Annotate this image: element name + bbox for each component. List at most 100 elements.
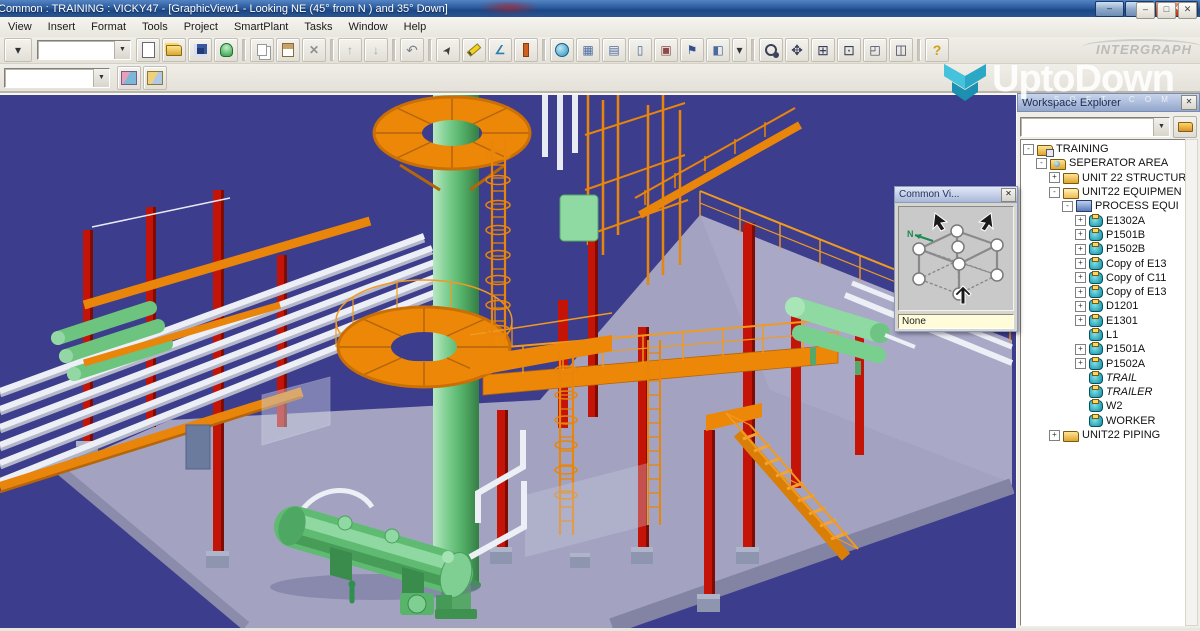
- render-select-button[interactable]: [680, 38, 704, 62]
- help-button[interactable]: [925, 38, 949, 62]
- tree-expander-icon[interactable]: [1075, 415, 1086, 426]
- zoom-tool-button[interactable]: [759, 38, 783, 62]
- style-combo[interactable]: ▼: [4, 68, 110, 88]
- pan-button[interactable]: [785, 38, 809, 62]
- zoom-area-button[interactable]: [811, 38, 835, 62]
- tree-item[interactable]: E1301: [1021, 314, 1185, 328]
- window-previous-button[interactable]: [863, 38, 887, 62]
- tree-item[interactable]: WORKER: [1021, 414, 1185, 428]
- tree-item[interactable]: E1302A: [1021, 213, 1185, 227]
- snapshot-button[interactable]: [654, 38, 678, 62]
- workspace-explorer-close-button[interactable]: ✕: [1181, 95, 1197, 110]
- open-button[interactable]: [162, 38, 186, 62]
- move-up-button[interactable]: [338, 38, 362, 62]
- render-dropdown-button[interactable]: [732, 38, 747, 62]
- edit-sketch-button[interactable]: [462, 38, 486, 62]
- tree-expander-icon[interactable]: [1049, 430, 1060, 441]
- workspace-filter-value[interactable]: [1021, 118, 1153, 136]
- workspace-explorer-header[interactable]: Workspace Explorer ✕: [1017, 93, 1200, 112]
- tree-item[interactable]: Copy of E13: [1021, 256, 1185, 270]
- tree-item[interactable]: P1502A: [1021, 356, 1185, 370]
- tree-item[interactable]: UNIT 22 STRUCTUR: [1021, 171, 1185, 185]
- locate-filter-combo[interactable]: ▼: [37, 40, 131, 60]
- window-wire-button[interactable]: [628, 38, 652, 62]
- workspace-filter-combo[interactable]: ▼: [1020, 117, 1170, 137]
- common-views-close-button[interactable]: ✕: [1001, 188, 1016, 202]
- graphic-view-3d[interactable]: [0, 93, 1016, 628]
- menu-tasks[interactable]: Tasks: [296, 19, 340, 35]
- menu-tools[interactable]: Tools: [134, 19, 176, 35]
- common-views-selection-field[interactable]: None: [898, 314, 1014, 329]
- surface-style-button[interactable]: [117, 66, 141, 90]
- tree-expander-icon[interactable]: [1075, 244, 1086, 255]
- tree-item[interactable]: Copy of C11: [1021, 271, 1185, 285]
- locate-filter-value[interactable]: [38, 41, 114, 59]
- tree-expander-icon[interactable]: [1075, 330, 1086, 341]
- common-views-titlebar[interactable]: Common Vi... ✕: [895, 187, 1017, 203]
- dropdown-arrow-icon[interactable]: ▼: [1153, 118, 1169, 136]
- tree-expander-icon[interactable]: [1075, 215, 1086, 226]
- tree-item[interactable]: P1501A: [1021, 342, 1185, 356]
- render-shaded-button[interactable]: [706, 38, 730, 62]
- menu-help[interactable]: Help: [396, 19, 435, 35]
- tree-expander-icon[interactable]: [1075, 301, 1086, 312]
- tree-item[interactable]: W2: [1021, 399, 1185, 413]
- tree-expander-icon[interactable]: [1075, 315, 1086, 326]
- tree-item[interactable]: UNIT22 PIPING: [1021, 428, 1185, 442]
- tree-expander-icon[interactable]: [1075, 387, 1086, 398]
- new-document-button[interactable]: [136, 38, 160, 62]
- named-space-button[interactable]: [602, 38, 626, 62]
- tree-expander-icon[interactable]: [1036, 158, 1047, 169]
- view-style-button[interactable]: [143, 66, 167, 90]
- tree-expander-icon[interactable]: [1023, 144, 1034, 155]
- clip-volume-button[interactable]: [576, 38, 600, 62]
- tree-item[interactable]: SEPERATOR AREA: [1021, 156, 1185, 170]
- tree-item[interactable]: P1502B: [1021, 242, 1185, 256]
- tree-item[interactable]: D1201: [1021, 299, 1185, 313]
- tree-expander-icon[interactable]: [1075, 258, 1086, 269]
- fit-button[interactable]: [837, 38, 861, 62]
- menu-window[interactable]: Window: [341, 19, 396, 35]
- tree-item[interactable]: UNIT22 EQUIPMEN: [1021, 185, 1185, 199]
- check-permissions-button[interactable]: [214, 38, 238, 62]
- view-dropdown-button[interactable]: [4, 38, 32, 62]
- move-down-button[interactable]: [364, 38, 388, 62]
- style-combo-value[interactable]: [5, 69, 93, 87]
- tree-item[interactable]: TRAINING: [1021, 142, 1185, 156]
- tree-expander-icon[interactable]: [1049, 187, 1060, 198]
- workspace-folder-button[interactable]: [1173, 116, 1197, 138]
- measure-button[interactable]: [488, 38, 512, 62]
- delete-button[interactable]: [302, 38, 326, 62]
- menu-format[interactable]: Format: [83, 19, 134, 35]
- mdi-restore-button[interactable]: □: [1157, 2, 1176, 19]
- view-node[interactable]: [913, 225, 1003, 300]
- tree-expander-icon[interactable]: [1075, 287, 1086, 298]
- menu-view[interactable]: View: [0, 19, 40, 35]
- dropdown-arrow-icon[interactable]: ▼: [93, 69, 109, 87]
- tree-item[interactable]: TRAILER: [1021, 385, 1185, 399]
- tree-expander-icon[interactable]: [1075, 358, 1086, 369]
- tree-item[interactable]: PROCESS EQUI: [1021, 199, 1185, 213]
- tree-item[interactable]: TRAIL: [1021, 371, 1185, 385]
- tree-item[interactable]: P1501B: [1021, 228, 1185, 242]
- menu-project[interactable]: Project: [176, 19, 226, 35]
- tree-expander-icon[interactable]: [1075, 272, 1086, 283]
- dropdown-arrow-icon[interactable]: ▼: [114, 41, 130, 59]
- workspace-button[interactable]: [550, 38, 574, 62]
- tree-expander-icon[interactable]: [1075, 401, 1086, 412]
- save-button[interactable]: [188, 38, 212, 62]
- tree-expander-icon[interactable]: [1062, 201, 1073, 212]
- copy-button[interactable]: [250, 38, 274, 62]
- undo-button[interactable]: [400, 38, 424, 62]
- minimize-button[interactable]: –: [1095, 1, 1124, 17]
- tree-expander-icon[interactable]: [1075, 372, 1086, 383]
- tree-scrollbar[interactable]: [1185, 139, 1198, 626]
- view-control-button[interactable]: [889, 38, 913, 62]
- tree-item[interactable]: L1: [1021, 328, 1185, 342]
- menu-insert[interactable]: Insert: [40, 19, 84, 35]
- paste-button[interactable]: [276, 38, 300, 62]
- mdi-minimize-button[interactable]: –: [1136, 2, 1155, 19]
- tree-item[interactable]: Copy of E13: [1021, 285, 1185, 299]
- format-painter-button[interactable]: [514, 38, 538, 62]
- common-views-cube-panel[interactable]: N: [898, 206, 1014, 311]
